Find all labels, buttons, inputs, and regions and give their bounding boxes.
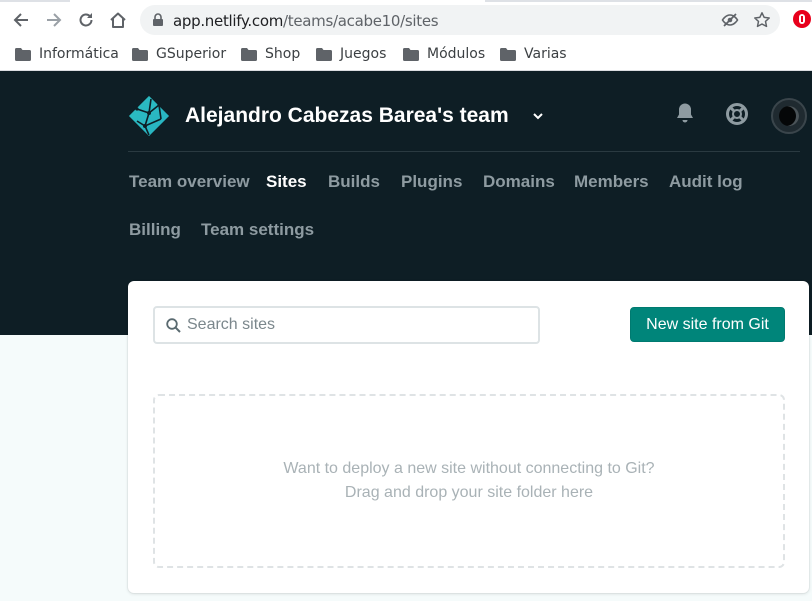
url-text: app.netlify.com/teams/acabe10/sites bbox=[173, 12, 439, 30]
tab-audit-log[interactable]: Audit log bbox=[669, 172, 743, 192]
folder-icon bbox=[403, 47, 419, 61]
address-bar[interactable]: app.netlify.com/teams/acabe10/sites bbox=[140, 5, 780, 35]
home-icon[interactable] bbox=[107, 9, 129, 31]
bookmark-label: Informática bbox=[39, 46, 119, 62]
tab-builds[interactable]: Builds bbox=[328, 172, 380, 192]
bookmarks-bar: Informática GSuperior Shop Juegos Módulo… bbox=[0, 38, 812, 71]
folder-icon bbox=[132, 47, 148, 61]
eye-off-icon[interactable] bbox=[721, 11, 739, 29]
bookmark-label: GSuperior bbox=[156, 46, 227, 62]
drop-zone[interactable]: Want to deploy a new site without connec… bbox=[153, 394, 785, 568]
back-icon[interactable] bbox=[10, 9, 32, 31]
tab-strip bbox=[0, 0, 812, 2]
bell-icon[interactable] bbox=[675, 102, 695, 124]
bookmark-shop[interactable]: Shop bbox=[241, 43, 300, 65]
bookmark-modulos[interactable]: Módulos bbox=[403, 43, 485, 65]
tab-team-settings[interactable]: Team settings bbox=[201, 220, 314, 240]
search-box bbox=[153, 306, 540, 344]
bookmark-gsuperior[interactable]: GSuperior bbox=[132, 43, 226, 65]
folder-icon bbox=[316, 47, 332, 61]
forward-icon[interactable] bbox=[43, 9, 65, 31]
netlify-logo-icon[interactable] bbox=[128, 95, 170, 137]
tab-sites[interactable]: Sites bbox=[266, 172, 307, 192]
bookmark-varias[interactable]: Varias bbox=[500, 43, 567, 65]
search-input[interactable] bbox=[187, 308, 527, 342]
sites-card: New site from Git Want to deploy a new s… bbox=[128, 281, 809, 593]
bookmark-label: Shop bbox=[265, 46, 301, 62]
avatar[interactable] bbox=[771, 98, 807, 134]
bookmark-juegos[interactable]: Juegos bbox=[316, 43, 386, 65]
folder-icon bbox=[241, 47, 257, 61]
bookmark-informatica[interactable]: Informática bbox=[15, 43, 119, 65]
tab-members[interactable]: Members bbox=[574, 172, 649, 192]
bookmark-label: Módulos bbox=[427, 46, 486, 62]
dropzone-text-line-2: Drag and drop your site folder here bbox=[344, 484, 594, 501]
new-site-from-git-button[interactable]: New site from Git bbox=[630, 307, 785, 342]
browser-toolbar: app.netlify.com/teams/acabe10/sites bbox=[0, 0, 812, 38]
bookmark-label: Juegos bbox=[340, 46, 387, 62]
lifebuoy-icon[interactable] bbox=[725, 102, 749, 126]
dropzone-text-line-1: Want to deploy a new site without connec… bbox=[283, 460, 655, 477]
tab-billing[interactable]: Billing bbox=[129, 220, 181, 240]
tab-domains[interactable]: Domains bbox=[483, 172, 555, 192]
header-divider bbox=[128, 151, 800, 152]
star-icon[interactable] bbox=[753, 11, 771, 29]
search-icon bbox=[166, 318, 181, 333]
team-name[interactable]: Alejandro Cabezas Barea's team bbox=[185, 104, 509, 128]
tab-team-overview[interactable]: Team overview bbox=[129, 172, 250, 192]
reload-icon[interactable] bbox=[75, 9, 97, 31]
lock-icon bbox=[153, 13, 163, 26]
chevron-down-icon[interactable] bbox=[532, 111, 544, 121]
tab-plugins[interactable]: Plugins bbox=[401, 172, 462, 192]
bookmark-label: Varias bbox=[524, 46, 567, 62]
extension-icon[interactable] bbox=[792, 9, 812, 29]
folder-icon bbox=[15, 47, 31, 61]
folder-icon bbox=[500, 47, 516, 61]
